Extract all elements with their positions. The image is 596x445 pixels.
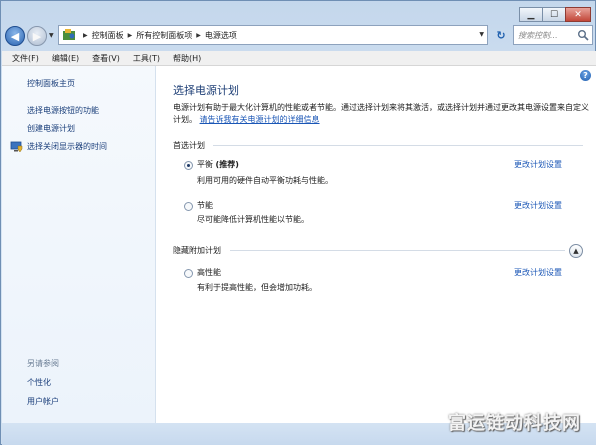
breadcrumb-separator-icon[interactable]: ▶ (128, 32, 133, 39)
plan-balanced-tag: (推荐) (215, 160, 239, 169)
breadcrumb-all-items[interactable]: 所有控制面板项 (136, 30, 192, 41)
plan-balanced-radio[interactable] (184, 161, 193, 170)
sidebar-link-control-panel-home[interactable]: 控制面板主页 (27, 78, 75, 89)
preferred-plans-label: 首选计划 (173, 141, 205, 150)
menu-tools[interactable]: 工具(T) (133, 53, 160, 64)
address-bar[interactable]: ▶ 控制面板 ▶ 所有控制面板项 ▶ 电源选项 ▼ (58, 25, 488, 45)
hidden-plans-label: 隐藏附加计划 (173, 246, 221, 255)
plan-power-saver-change-link[interactable]: 更改计划设置 (514, 200, 562, 211)
maximize-button[interactable]: ☐ (542, 7, 566, 22)
plan-balanced-name[interactable]: 平衡 (推荐) (197, 159, 239, 170)
plan-balanced-desc: 利用可用的硬件自动平衡功耗与性能。 (197, 176, 333, 185)
sidebar: 控制面板主页 选择电源按钮的功能 创建电源计划 选择关闭显示器的时间 另请参阅 … (2, 66, 156, 423)
back-button[interactable]: ◀ (5, 26, 25, 46)
recent-pages-dropdown-icon[interactable]: ▼ (49, 32, 54, 39)
power-plan-info-link[interactable]: 请告诉我有关电源计划的详细信息 (200, 115, 320, 124)
search-icon[interactable] (577, 29, 589, 41)
plan-high-performance-desc: 有利于提高性能，但会增加功耗。 (197, 283, 317, 292)
collapse-hidden-plans-icon[interactable]: ▲ (569, 244, 583, 258)
sidebar-link-personalization[interactable]: 个性化 (27, 377, 51, 388)
menu-bar: 文件(F) 编辑(E) 查看(V) 工具(T) 帮助(H) (2, 51, 596, 66)
plan-high-performance-name[interactable]: 高性能 (197, 267, 221, 278)
minimize-button[interactable]: ▁ (519, 7, 543, 22)
plan-power-saver-name[interactable]: 节能 (197, 200, 213, 211)
search-placeholder: 搜索控制... (518, 31, 558, 40)
window-frame: ▁ ☐ ✕ ◀ ▶ ▼ ▶ 控制面板 ▶ 所有控制面板项 ▶ 电源选项 ▼ ↻ (0, 0, 596, 445)
plan-high-performance-change-link[interactable]: 更改计划设置 (514, 267, 562, 278)
page-title: 选择电源计划 (173, 84, 239, 97)
plan-power-saver-desc: 尽可能降低计算机性能以节能。 (197, 215, 309, 224)
sidebar-link-power-button[interactable]: 选择电源按钮的功能 (27, 105, 99, 116)
breadcrumb: ▶ 控制面板 ▶ 所有控制面板项 ▶ 电源选项 (79, 30, 237, 41)
menu-edit[interactable]: 编辑(E) (52, 53, 79, 64)
close-button[interactable]: ✕ (565, 7, 591, 22)
plan-power-saver-radio[interactable] (184, 202, 193, 211)
divider (213, 145, 583, 146)
sidebar-link-create-plan[interactable]: 创建电源计划 (27, 123, 75, 134)
window-controls: ▁ ☐ ✕ (519, 7, 591, 22)
control-panel-icon (63, 29, 75, 40)
breadcrumb-control-panel[interactable]: 控制面板 (92, 30, 124, 41)
divider (230, 250, 565, 251)
monitor-shield-icon (10, 141, 23, 153)
navigation-bar: ◀ ▶ ▼ ▶ 控制面板 ▶ 所有控制面板项 ▶ 电源选项 ▼ ↻ 搜索控制..… (5, 25, 593, 47)
search-input[interactable]: 搜索控制... (513, 25, 593, 45)
breadcrumb-separator-icon[interactable]: ▶ (196, 32, 201, 39)
sidebar-link-user-accounts[interactable]: 用户帐户 (27, 396, 59, 407)
plan-balanced-label: 平衡 (197, 160, 213, 169)
menu-file[interactable]: 文件(F) (12, 53, 39, 64)
help-icon[interactable]: ? (580, 70, 591, 81)
breadcrumb-power-options[interactable]: 电源选项 (205, 30, 237, 41)
sidebar-link-display-off-time[interactable]: 选择关闭显示器的时间 (27, 141, 107, 152)
main-content: ? 选择电源计划 电源计划有助于最大化计算机的性能或者节能。通过选择计划来将其激… (156, 66, 596, 423)
refresh-button[interactable]: ↻ (491, 26, 511, 44)
see-also-heading: 另请参阅 (27, 359, 59, 368)
plan-high-performance-radio[interactable] (184, 269, 193, 278)
menu-help[interactable]: 帮助(H) (173, 53, 201, 64)
plan-balanced-change-link[interactable]: 更改计划设置 (514, 159, 562, 170)
menu-view[interactable]: 查看(V) (92, 53, 120, 64)
address-dropdown-icon[interactable]: ▼ (479, 31, 484, 38)
breadcrumb-separator-icon[interactable]: ▶ (83, 32, 88, 39)
page-description: 电源计划有助于最大化计算机的性能或者节能。通过选择计划来将其激活，或选择计划并通… (173, 102, 589, 126)
forward-button[interactable]: ▶ (27, 26, 47, 46)
watermark: 富运链动科技网 (448, 413, 581, 434)
